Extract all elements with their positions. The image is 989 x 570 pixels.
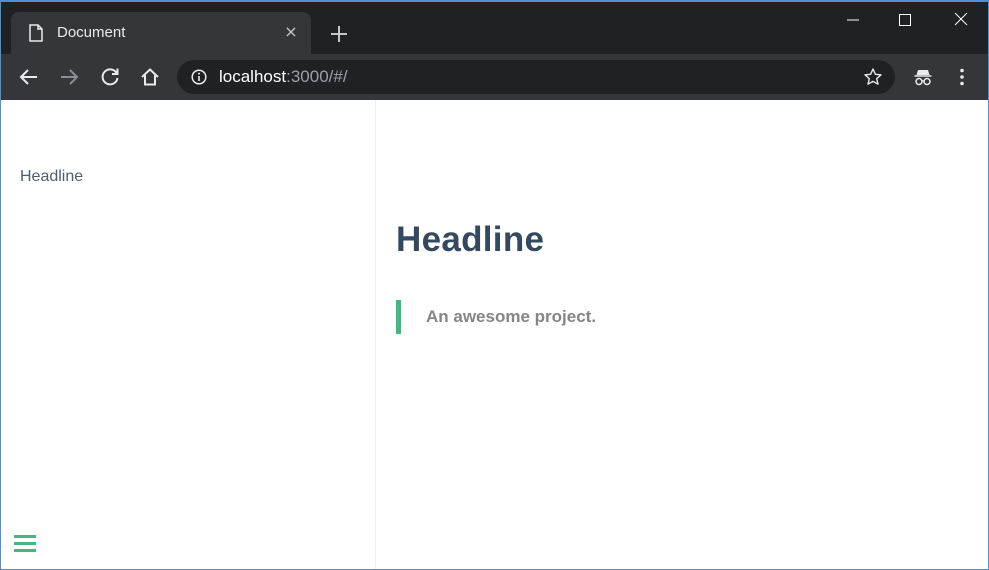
bookmark-star-icon[interactable]	[863, 67, 883, 87]
back-icon[interactable]	[18, 66, 40, 88]
url-text[interactable]: localhost:3000/#/	[219, 67, 348, 87]
main-content: Headline An awesome project.	[377, 100, 988, 569]
browser-toolbar: localhost:3000/#/	[1, 54, 988, 100]
url-path: :3000/#/	[286, 67, 348, 86]
incognito-icon[interactable]	[912, 66, 934, 88]
sidebar-item-headline[interactable]: Headline	[20, 168, 83, 186]
address-bar[interactable]: localhost:3000/#/	[177, 60, 895, 94]
browser-window: Document × localhost:3000/#/ Headline He…	[0, 0, 989, 570]
document-icon	[29, 24, 43, 42]
url-host: localhost	[219, 67, 287, 86]
tab-close-button[interactable]: ×	[281, 22, 301, 42]
tab-document[interactable]: Document ×	[11, 12, 311, 54]
close-icon[interactable]	[949, 10, 973, 30]
tab-strip: Document ×	[1, 2, 988, 54]
minimize-icon[interactable]	[841, 10, 865, 30]
reload-icon[interactable]	[99, 66, 121, 88]
page-title: Headline	[396, 220, 545, 259]
home-icon[interactable]	[139, 66, 161, 88]
tab-title: Document	[57, 24, 126, 41]
sidebar: Headline	[1, 100, 376, 569]
page-content: Headline Headline An awesome project.	[1, 100, 988, 569]
new-tab-icon[interactable]	[327, 22, 351, 46]
hamburger-icon[interactable]	[14, 534, 36, 554]
maximize-icon[interactable]	[893, 10, 917, 30]
info-icon[interactable]	[191, 69, 207, 85]
menu-dots-icon[interactable]	[951, 66, 973, 88]
blockquote-text: An awesome project.	[426, 307, 597, 326]
forward-icon[interactable]	[58, 66, 80, 88]
blockquote: An awesome project.	[396, 300, 596, 334]
